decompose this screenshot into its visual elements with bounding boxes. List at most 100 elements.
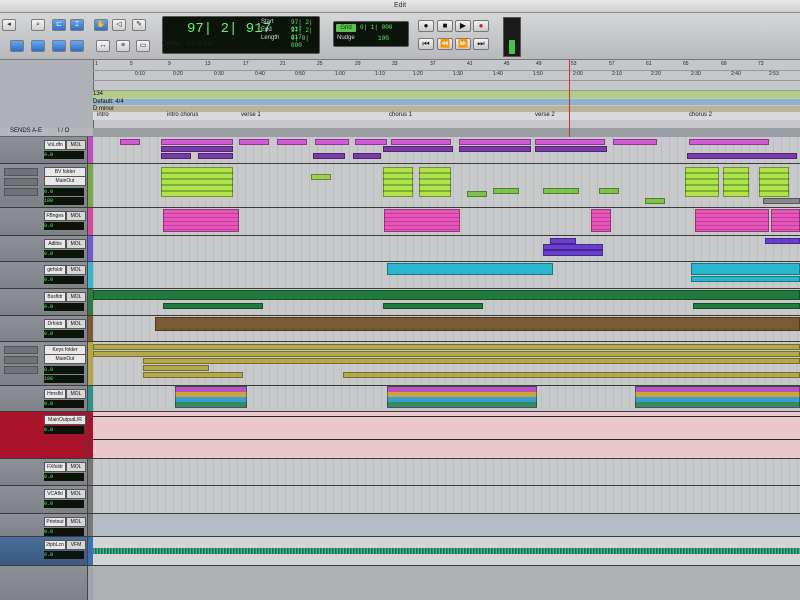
track-io[interactable]: MOL [66,292,86,302]
track-io[interactable]: MOL [66,319,86,329]
clip[interactable] [93,344,800,350]
track-row[interactable]: Drfoldr MOL 0.0 [0,316,800,342]
track-lane[interactable] [93,236,800,261]
track-lane[interactable] [93,412,800,458]
volume-automation-line[interactable] [93,416,800,417]
track-io[interactable]: VFM [66,540,86,550]
track-name[interactable]: VCAfld [44,489,66,499]
audio-waveform[interactable] [93,548,800,554]
track-name[interactable]: FBnges [44,211,66,221]
clip[interactable] [691,263,800,275]
grid-mode-button[interactable] [70,40,84,52]
track-io[interactable]: MOL [66,389,86,399]
track-row[interactable]: Printout MOL 0.0 [0,514,800,537]
track-lane[interactable] [93,164,800,207]
track-io[interactable]: MOL [66,462,86,472]
track-lane[interactable] [93,486,800,513]
track-lane[interactable] [93,386,800,411]
stop-button[interactable]: ■ [437,20,453,32]
clip[interactable] [535,146,607,152]
clip[interactable] [759,167,789,197]
clip[interactable] [161,167,233,197]
clip[interactable] [543,188,579,194]
clip[interactable] [311,174,331,180]
clip[interactable] [384,209,460,232]
markers-ruler[interactable]: intro intro chorus verse 1 chorus 1 vers… [93,112,800,120]
pencil-tool-icon[interactable]: ✎ [132,19,146,31]
track-name[interactable]: Adlibs [44,239,66,249]
track-pan[interactable]: 100 [44,197,84,205]
track-lane[interactable] [93,537,800,565]
clip[interactable] [599,188,619,194]
clip[interactable] [277,139,307,145]
clip[interactable] [645,198,665,204]
tempo-ruler[interactable]: 134 [93,91,800,98]
spot-mode-button[interactable] [52,40,66,52]
clip[interactable] [93,290,800,300]
marker[interactable]: chorus 2 [689,112,712,118]
track-name[interactable]: Drfoldr [44,319,66,329]
clip[interactable] [383,146,453,152]
clip[interactable] [120,139,140,145]
track-row[interactable]: BV folder MainOut 0.0 100 [0,164,800,208]
fast-forward-button[interactable]: ⏩ [455,38,471,50]
shuffle-mode-button[interactable] [10,40,24,52]
clip[interactable] [693,303,800,309]
track-io[interactable]: MOL [66,211,86,221]
insertion-follows-icon[interactable]: ≡ [116,40,130,52]
trim-tool-icon[interactable]: ⊏ [52,19,66,31]
clip[interactable] [143,365,209,371]
marker[interactable]: chorus 1 [389,112,412,118]
nudge-label[interactable]: Nudge [337,35,355,41]
track-io[interactable]: MOL [66,265,86,275]
clip[interactable] [239,139,269,145]
clip[interactable] [355,139,387,145]
clip[interactable] [313,153,345,159]
track-io[interactable]: MOL [66,239,86,249]
track-volume[interactable]: 0.0 [44,222,84,230]
rewind-button[interactable]: ⏪ [437,38,453,50]
clip[interactable] [387,263,553,275]
track-pan[interactable]: 100 [44,375,84,383]
track-lane[interactable] [93,459,800,485]
track-volume[interactable]: 0.0 [44,330,84,338]
clip[interactable] [723,167,749,197]
track-name[interactable]: MainOutputL/R [44,415,86,425]
record-button[interactable]: ● [473,20,489,32]
clip[interactable] [387,386,537,408]
track-row[interactable]: FBnges MOL 0.0 [0,208,800,236]
playhead-cursor[interactable] [569,60,570,140]
grid-value[interactable]: 0| 1| 000 [360,24,392,31]
marker[interactable]: intro chorus [167,112,198,118]
insert-slot[interactable] [4,168,38,176]
link-icon[interactable]: ↔ [96,40,110,52]
track-name[interactable]: Bssfldr [44,292,66,302]
track-name[interactable]: VoLdfo [44,140,66,150]
track-lane[interactable] [93,208,800,235]
timecode-ruler[interactable] [93,80,800,91]
volume-automation-line[interactable] [93,439,800,440]
main-counter[interactable]: 97| 2| 917 Start 97| 2| 917 End 97| 2| 9… [162,16,320,54]
insert-slot[interactable] [4,188,38,196]
track-lane[interactable] [93,137,800,163]
clip[interactable] [383,303,483,309]
clip[interactable] [771,209,800,232]
grid-button[interactable]: Grid [336,24,356,32]
track-lane[interactable] [93,262,800,288]
return-to-zero-button[interactable]: ⏮ [418,38,434,50]
clip[interactable] [143,358,800,364]
scrubber-tool-icon[interactable]: ◁ [112,19,126,31]
selector-tool-icon[interactable]: ⌶ [70,19,84,31]
track-row[interactable]: Hrnsfld MOL 0.0 [0,386,800,412]
clip[interactable] [315,139,349,145]
clip[interactable] [343,372,800,378]
tab-to-transient-icon[interactable]: ▭ [136,40,150,52]
track-lane[interactable] [93,514,800,536]
track-volume[interactable]: 0.0 [44,551,84,559]
track-volume[interactable]: 0.0 [44,473,84,481]
length-value[interactable]: 0| 0| 000 [291,35,319,49]
zoom-tool-icon[interactable]: ⌕ [31,19,45,31]
slip-mode-button[interactable] [31,40,45,52]
track-io[interactable]: MOL [66,489,86,499]
track-io[interactable]: MOL [66,140,86,150]
